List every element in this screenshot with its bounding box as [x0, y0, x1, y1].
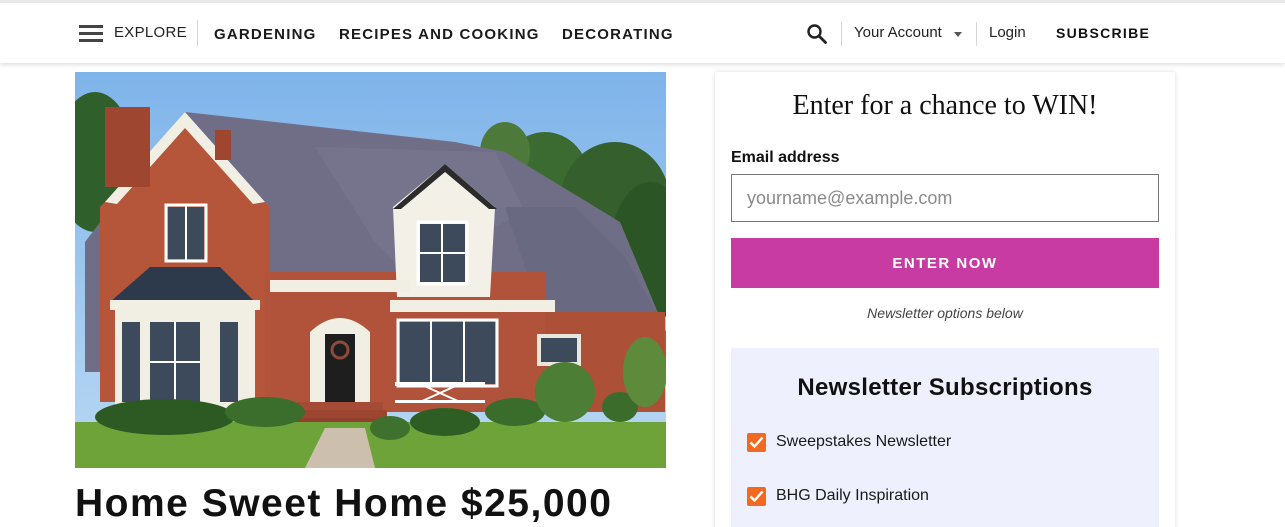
- nav-recipes-and-cooking[interactable]: RECIPES AND COOKING: [339, 26, 540, 43]
- newsletter-subscriptions: Newsletter Subscriptions Sweepstakes New…: [731, 348, 1159, 527]
- chevron-down-icon[interactable]: [954, 32, 962, 37]
- hero-image: [75, 72, 666, 468]
- newsletter-option-label: BHG Daily Inspiration: [776, 487, 929, 504]
- header-divider: [841, 22, 842, 46]
- newsletter-option-label: Sweepstakes Newsletter: [776, 433, 952, 450]
- sweepstakes-entry-panel: Enter for a chance to WIN! Email address…: [715, 72, 1175, 527]
- nav-decorating[interactable]: DECORATING: [562, 26, 674, 43]
- checkmark-icon: [749, 436, 764, 449]
- header-divider: [976, 22, 977, 46]
- checkmark-icon: [749, 490, 764, 503]
- subscribe-link[interactable]: SUBSCRIBE: [1056, 25, 1150, 41]
- checkbox-checked[interactable]: [747, 433, 766, 452]
- nav-gardening[interactable]: GARDENING: [214, 26, 316, 43]
- search-icon[interactable]: [806, 23, 828, 45]
- explore-link[interactable]: EXPLORE: [114, 24, 187, 41]
- page-headline: Home Sweet Home $25,000: [75, 482, 613, 525]
- email-label: Email address: [731, 149, 840, 166]
- account-menu[interactable]: Your Account: [854, 24, 942, 41]
- enter-now-button[interactable]: ENTER NOW: [731, 238, 1159, 288]
- site-header: EXPLORE GARDENING RECIPES AND COOKING DE…: [0, 3, 1285, 63]
- login-link[interactable]: Login: [989, 24, 1026, 41]
- entry-title: Enter for a chance to WIN!: [792, 90, 1098, 121]
- nav-divider: [197, 20, 198, 46]
- newsletter-subscriptions-title: Newsletter Subscriptions: [797, 374, 1093, 401]
- email-field[interactable]: [731, 174, 1159, 222]
- menu-icon[interactable]: [79, 25, 103, 43]
- checkbox-checked[interactable]: [747, 487, 766, 506]
- newsletter-note: Newsletter options below: [867, 305, 1023, 321]
